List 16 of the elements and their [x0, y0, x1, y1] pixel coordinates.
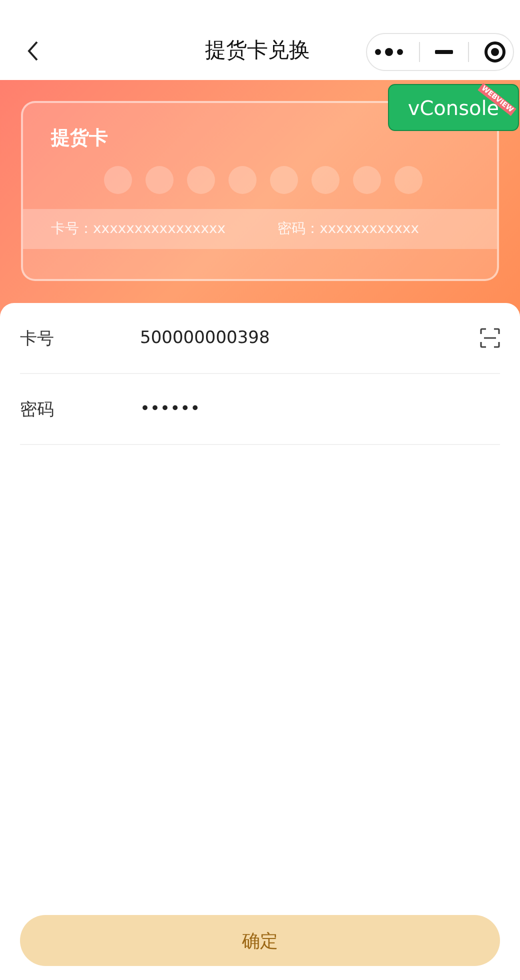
- close-icon[interactable]: [484, 41, 506, 63]
- card-title: 提货卡: [51, 126, 108, 151]
- minimize-icon[interactable]: [434, 50, 453, 54]
- back-icon[interactable]: [26, 40, 40, 62]
- field-label: 密码: [20, 398, 55, 420]
- input-field[interactable]: ••••••: [140, 399, 500, 419]
- card-number-mask: xxxxxxxxxxxxxxxx: [93, 221, 226, 237]
- card-number-label: 卡号：: [51, 220, 93, 238]
- page-title: 提货卡兑换: [205, 37, 310, 64]
- confirm-button[interactable]: 确定: [20, 915, 500, 966]
- field-label: 卡号: [20, 328, 55, 350]
- scan-icon[interactable]: [480, 328, 500, 348]
- more-icon[interactable]: [374, 47, 404, 57]
- card-password-label: 密码：: [278, 220, 320, 238]
- input-field[interactable]: 500000000398: [140, 328, 480, 348]
- card-password-mask: xxxxxxxxxxxx: [320, 221, 419, 237]
